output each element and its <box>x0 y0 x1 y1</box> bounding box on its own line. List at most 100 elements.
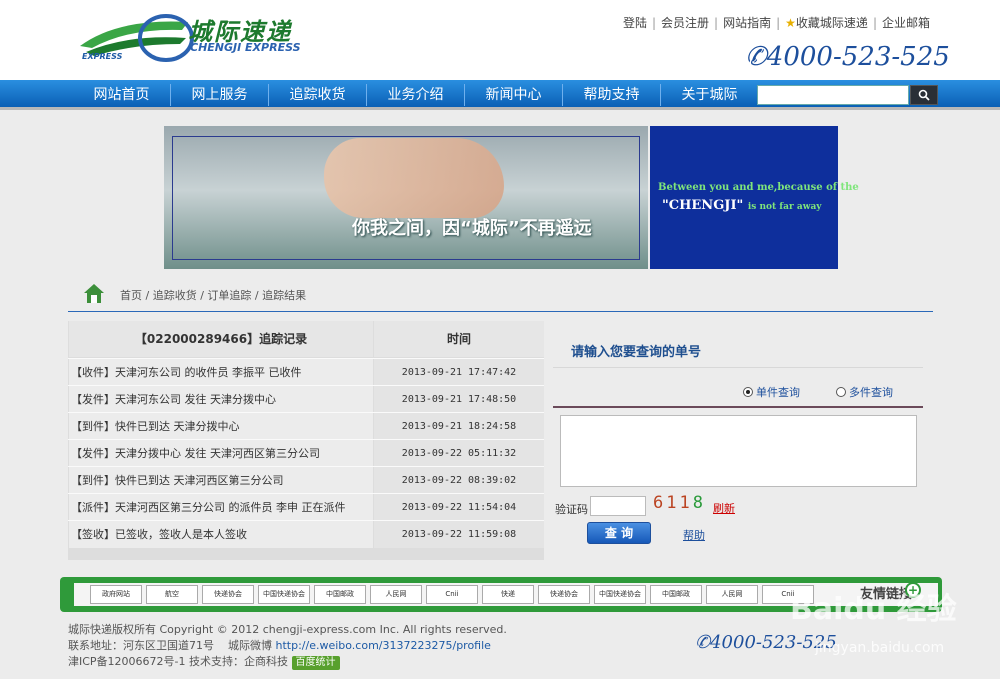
banner-en-line2: "CHENGJI" is not far away <box>662 198 822 213</box>
weibo-link[interactable]: http://e.weibo.com/3137223275/profile <box>276 639 491 652</box>
record-cell: 【派件】天津河西区第三分公司 的派件员 李申 正在派件 <box>69 494 373 521</box>
table-row: 【到件】快件已到达 天津分拨中心 2013-09-21 18:24:58 <box>68 412 544 440</box>
time-cell: 2013-09-22 11:54:04 <box>374 494 544 521</box>
table-row: 【派件】天津河西区第三分公司 的派件员 李申 正在派件 2013-09-22 1… <box>68 493 544 521</box>
company-mail-link[interactable]: 企业邮箱 <box>882 16 930 30</box>
partner-logo[interactable]: 快递协会 <box>202 585 254 604</box>
column-header-time: 时间 <box>374 321 544 357</box>
hotline-number: 4000-523-525 <box>766 42 950 72</box>
footer-icp-line: 津ICP备12006672号-1 技术支持：企商科技 百度统计 <box>68 654 768 670</box>
nav-home[interactable]: 网站首页 <box>73 80 170 110</box>
captcha-digits: 611 <box>653 493 693 513</box>
time-cell: 2013-09-22 05:11:32 <box>374 440 544 467</box>
time-cell: 2013-09-22 11:59:08 <box>374 521 544 548</box>
partner-logo[interactable]: 人民网 <box>706 585 758 604</box>
record-cell: 【到件】快件已到达 天津河西区第三分公司 <box>69 467 373 494</box>
record-cell: 【签收】已签收，签收人是本人签收 <box>69 521 373 548</box>
baidu-watermark: Baidu 经验 <box>790 592 957 627</box>
search-icon <box>918 89 930 101</box>
query-title: 请输入您要查询的单号 <box>571 345 702 360</box>
baidu-tongji-badge[interactable]: 百度统计 <box>291 656 340 670</box>
bookmark-link[interactable]: 收藏城际速递 <box>796 16 868 30</box>
help-link[interactable]: 帮助 <box>683 527 705 543</box>
radio-unselected-icon <box>836 387 846 397</box>
breadcrumb-current: 追踪结果 <box>262 289 307 302</box>
tracking-number-input[interactable] <box>560 415 917 487</box>
breadcrumb-order[interactable]: 订单追踪 <box>207 289 251 302</box>
partner-logo[interactable]: 快递协会 <box>538 585 590 604</box>
main-nav: 网站首页 网上服务 追踪收货 业务介绍 新闻中心 帮助支持 关于城际 <box>0 80 1000 110</box>
partner-logo[interactable]: 中国邮政 <box>314 585 366 604</box>
partner-logo[interactable]: 中国邮政 <box>650 585 702 604</box>
radio-single[interactable]: 单件查询 <box>743 384 800 400</box>
site-guide-link[interactable]: 网站指南 <box>723 16 771 30</box>
captcha-image: 6118 <box>653 493 706 513</box>
nav-online-service[interactable]: 网上服务 <box>171 80 268 110</box>
register-link[interactable]: 会员注册 <box>661 16 709 30</box>
nav-help[interactable]: 帮助支持 <box>563 80 660 110</box>
table-row: 【发件】天津河东公司 发往 天津分拨中心 2013-09-21 17:48:50 <box>68 385 544 413</box>
query-panel: 请输入您要查询的单号 单件查询 多件查询 验证码 6118 刷新 查 询 帮助 <box>553 321 933 560</box>
divider <box>553 367 923 368</box>
captcha-label: 验证码 <box>555 503 588 516</box>
time-cell: 2013-09-22 08:39:02 <box>374 467 544 494</box>
query-button[interactable]: 查 询 <box>587 522 651 544</box>
breadcrumb-trail: 首页 / 追踪收货 / 订单追踪 / 追踪结果 <box>120 289 307 302</box>
record-cell: 【发件】天津河东公司 发往 天津分拨中心 <box>69 386 373 413</box>
top-links: 登陆 | 会员注册 | 网站指南 | ★收藏城际速递 | 企业邮箱 <box>622 16 930 30</box>
column-header-record: 【022000289466】追踪记录 <box>69 321 373 357</box>
time-cell: 2013-09-21 18:24:58 <box>374 413 544 440</box>
banner-photo: 你我之间，因“城际”不再遥远 <box>164 126 648 269</box>
hero-banner: 你我之间，因“城际”不再遥远 Between you and me,becaus… <box>164 126 859 269</box>
partner-logo[interactable]: 中国快递协会 <box>258 585 310 604</box>
nav-business[interactable]: 业务介绍 <box>367 80 464 110</box>
breadcrumb-home[interactable]: 首页 <box>120 289 142 302</box>
login-link[interactable]: 登陆 <box>623 16 647 30</box>
captcha-digit-green: 8 <box>692 493 706 513</box>
footer-weibo-label: 城际微博 <box>228 639 272 652</box>
tracking-table: 【022000289466】追踪记录 时间 【收件】天津河东公司 的收件员 李振… <box>68 321 544 560</box>
radio-single-label: 单件查询 <box>756 386 800 399</box>
banner-en-tail: is not far away <box>747 202 822 212</box>
radio-multi-label: 多件查询 <box>849 386 893 399</box>
partner-logo[interactable]: Cnii <box>426 585 478 604</box>
radio-selected-icon <box>743 387 753 397</box>
table-row: 【到件】快件已到达 天津河西区第三分公司 2013-09-22 08:39:02 <box>68 466 544 494</box>
site-logo[interactable]: 城际速递 CHENGJI EXPRESS EXPRESS <box>78 12 308 64</box>
partner-logo[interactable]: 航空 <box>146 585 198 604</box>
search-button[interactable] <box>910 85 938 105</box>
phone-icon: ✆ <box>745 42 767 72</box>
partner-logo[interactable]: 政府网站 <box>90 585 142 604</box>
footer-icp: 津ICP备12006672号-1 技术支持：企商科技 <box>68 655 289 668</box>
footer-address-line: 联系地址：河东区卫国道71号 城际微博 http://e.weibo.com/3… <box>68 638 768 654</box>
footer-address: 联系地址：河东区卫国道71号 <box>68 639 214 652</box>
nav-tracking[interactable]: 追踪收货 <box>269 80 366 110</box>
table-row: 【收件】天津河东公司 的收件员 李振平 已收件 2013-09-21 17:47… <box>68 358 544 386</box>
table-row: 【签收】已签收，签收人是本人签收 2013-09-22 11:59:08 <box>68 520 544 548</box>
header-hotline: ✆4000-523-525 <box>745 42 950 72</box>
site-header: 城际速递 CHENGJI EXPRESS EXPRESS 登陆 | 会员注册 | 网站指… <box>0 0 1000 80</box>
captcha-input[interactable] <box>590 496 646 516</box>
breadcrumb-tracking[interactable]: 追踪收货 <box>153 289 197 302</box>
partner-logo[interactable]: 中国快递协会 <box>594 585 646 604</box>
search-input[interactable] <box>757 85 909 105</box>
baidu-watermark-url: jingyan.baidu.com <box>815 640 945 656</box>
banner-text-panel: Between you and me,because of the "CHENG… <box>650 126 859 269</box>
record-cell: 【到件】快件已到达 天津分拨中心 <box>69 413 373 440</box>
banner-frame <box>172 136 640 260</box>
nav-about[interactable]: 关于城际 <box>661 80 758 110</box>
partner-logo[interactable]: 人民网 <box>370 585 422 604</box>
phone-icon: ✆ <box>695 632 711 653</box>
banner-slogan: 你我之间，因“城际”不再遥远 <box>352 218 592 239</box>
home-icon[interactable] <box>83 282 105 304</box>
logo-express-text: EXPRESS <box>82 52 123 61</box>
radio-multi[interactable]: 多件查询 <box>836 384 893 400</box>
breadcrumb: 首页 / 追踪收货 / 订单追踪 / 追踪结果 <box>68 280 933 312</box>
record-cell: 【发件】天津分拨中心 发往 天津河西区第三分公司 <box>69 440 373 467</box>
banner-en-brand: "CHENGJI" <box>662 198 744 213</box>
nav-news[interactable]: 新闻中心 <box>465 80 562 110</box>
time-cell: 2013-09-21 17:47:42 <box>374 359 544 386</box>
refresh-captcha-link[interactable]: 刷新 <box>713 500 735 516</box>
partner-logo[interactable]: 快递 <box>482 585 534 604</box>
star-icon: ★ <box>785 16 796 30</box>
